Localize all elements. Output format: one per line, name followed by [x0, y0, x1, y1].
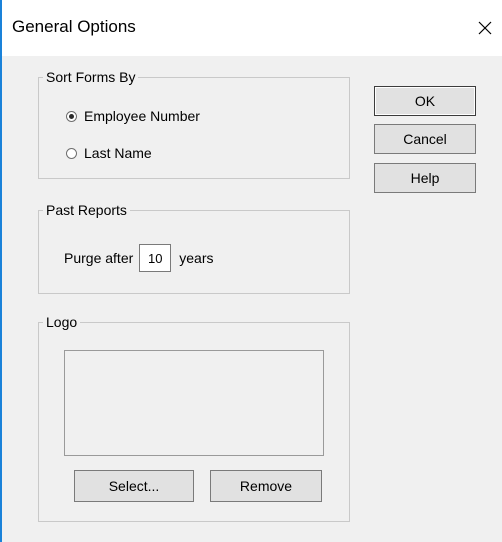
general-options-dialog: General Options Sort Forms By Employee N…	[0, 0, 502, 542]
radio-last-name-button[interactable]	[66, 147, 77, 159]
logo-label: Logo	[43, 313, 81, 331]
ok-button[interactable]: OK	[374, 86, 476, 116]
help-button[interactable]: Help	[374, 163, 476, 193]
radio-last-name-label: Last Name	[84, 145, 152, 161]
sort-forms-label: Sort Forms By	[43, 68, 139, 86]
past-reports-label: Past Reports	[43, 201, 130, 219]
remove-logo-button[interactable]: Remove	[210, 470, 322, 502]
purge-after-label: Purge after	[64, 250, 134, 266]
window-title: General Options	[12, 17, 136, 36]
select-logo-button[interactable]: Select...	[74, 470, 194, 502]
radio-employee-number[interactable]: Employee Number	[66, 108, 200, 124]
years-label: years	[179, 250, 214, 266]
radio-last-name[interactable]: Last Name	[66, 145, 152, 161]
purge-years-input[interactable]	[139, 244, 172, 272]
radio-employee-number-label: Employee Number	[84, 108, 200, 124]
sort-forms-group: Sort Forms By	[38, 68, 350, 179]
logo-preview	[64, 350, 324, 456]
purge-row: Purge after years	[64, 244, 214, 272]
cancel-button[interactable]: Cancel	[374, 124, 476, 154]
title-bar[interactable]: General Options	[2, 0, 502, 56]
close-icon	[478, 21, 492, 35]
radio-employee-number-button[interactable]	[66, 110, 77, 122]
close-button[interactable]	[468, 8, 502, 48]
